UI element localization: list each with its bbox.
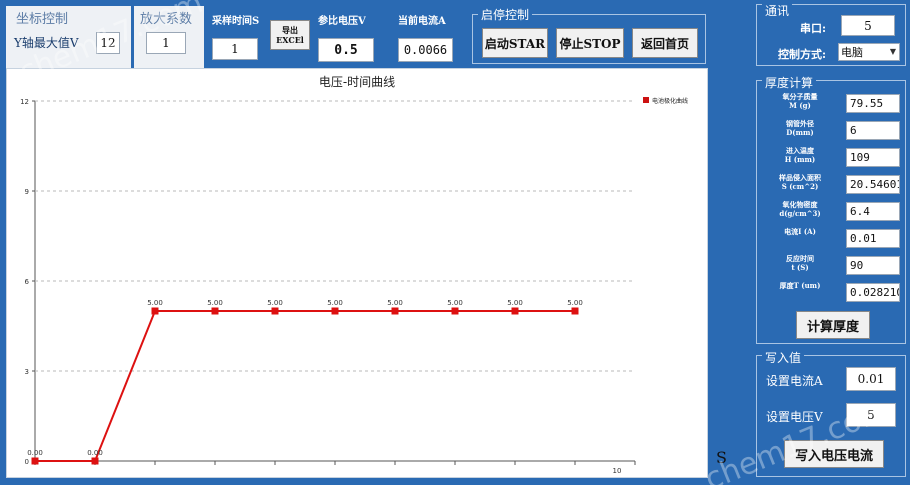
thickness-field-input[interactable]: 0.01 <box>846 229 900 248</box>
y-tick-label: 6 <box>25 278 30 286</box>
data-label: 5.00 <box>327 299 343 307</box>
thickness-field-input[interactable]: 20.54601 <box>846 175 900 194</box>
mode-value: 电脑 <box>841 46 863 59</box>
data-label: 0.00 <box>87 449 103 457</box>
thickness-label-line1: 电流I (A) <box>784 227 816 236</box>
thickness-label-line2: H (mm) <box>784 155 816 164</box>
export-excel-button[interactable]: 导出 EXCEl <box>270 20 310 50</box>
data-point <box>391 307 399 315</box>
thickness-title: 厚度计算 <box>762 74 817 91</box>
start-button[interactable]: 启动STAR <box>482 28 548 58</box>
data-point <box>91 457 99 465</box>
y-tick-label: 9 <box>25 188 29 196</box>
port-label: 串口: <box>800 22 827 35</box>
thickness-label-line1: 反应时间 <box>786 254 814 263</box>
data-point <box>511 307 519 315</box>
data-point <box>271 307 279 315</box>
y-tick-label: 3 <box>25 368 29 376</box>
data-label: 5.00 <box>147 299 163 307</box>
mode-select[interactable]: 电脑 ▼ <box>838 43 900 61</box>
thickness-field-label: 厚度T (um) <box>760 281 840 290</box>
legend-swatch <box>643 97 649 103</box>
current-display: 0.0066 <box>398 38 453 62</box>
thickness-field-input[interactable]: 0.028210 <box>846 283 900 302</box>
thickness-label-line1: 氧分子质量 <box>782 92 818 101</box>
data-label: 5.00 <box>507 299 523 307</box>
data-point <box>451 307 459 315</box>
y-tick-label: 0 <box>25 458 29 466</box>
thickness-field-label: 电流I (A) <box>760 227 840 236</box>
thickness-field-label: 氧化物密度 d(g/cm^3) <box>760 200 840 218</box>
chart-panel: 电压-时间曲线 电池极化曲线 0 3 6 9 12 10 0.00 0.00 5.00 5.00 5… <box>6 68 708 478</box>
stop-button[interactable]: 停止STOP <box>556 28 624 58</box>
thickness-field-input[interactable]: 6.4 <box>846 202 900 221</box>
thickness-label-line1: 厚度T (um) <box>779 281 821 290</box>
chevron-down-icon: ▼ <box>889 47 896 56</box>
ref-voltage-input[interactable]: 0.5 <box>318 38 374 62</box>
thickness-label-line1: 氧化物密度 <box>782 200 818 209</box>
calc-thickness-button[interactable]: 计算厚度 <box>796 311 870 339</box>
sampling-input[interactable]: 1 <box>212 38 258 60</box>
data-label: 5.00 <box>447 299 463 307</box>
data-point <box>151 307 159 315</box>
set-current-label: 设置电流A <box>766 374 823 388</box>
comm-title: 通讯 <box>762 2 793 19</box>
data-label: 0.00 <box>27 449 43 457</box>
set-current-input[interactable]: 0.01 <box>846 367 896 391</box>
start-stop-title: 启停控制 <box>478 6 533 23</box>
export-line1: 导出 <box>282 25 298 35</box>
data-point <box>571 307 579 315</box>
voltage-time-chart: 电压-时间曲线 电池极化曲线 0 3 6 9 12 10 0.00 0.00 5.00 5.00 5… <box>20 75 688 475</box>
thickness-field-input[interactable]: 79.55 <box>846 94 900 113</box>
data-label: 5.00 <box>207 299 223 307</box>
x-tick-label: 10 <box>613 467 622 475</box>
mode-label: 控制方式: <box>778 48 827 61</box>
chart-title: 电压-时间曲线 <box>319 75 395 89</box>
data-label: 5.00 <box>267 299 283 307</box>
thickness-field-label: 进入温度 H (mm) <box>760 146 840 164</box>
thickness-label-line2: t (S) <box>791 263 809 272</box>
thickness-label-line2: D(mm) <box>786 128 814 137</box>
legend-label: 电池极化曲线 <box>652 97 688 105</box>
thickness-field-input[interactable]: 109 <box>846 148 900 167</box>
thickness-field-label: 样品侵入面积 S (cm^2) <box>760 173 840 191</box>
write-title: 写入值 <box>762 349 805 366</box>
data-point <box>211 307 219 315</box>
ref-voltage-label: 参比电压V <box>318 16 366 27</box>
data-label: 5.00 <box>387 299 403 307</box>
thickness-field-input[interactable]: 6 <box>846 121 900 140</box>
current-label: 当前电流A <box>398 16 446 27</box>
thickness-field-input[interactable]: 90 <box>846 256 900 275</box>
thickness-label-line2: S (cm^2) <box>781 182 819 191</box>
sampling-label: 采样时间S <box>212 16 260 27</box>
thickness-label-line1: 进入温度 <box>786 146 814 155</box>
thickness-field-label: 氧分子质量 M (g) <box>760 92 840 110</box>
home-button[interactable]: 返回首页 <box>632 28 698 58</box>
series-line <box>35 310 575 462</box>
thickness-field-label: 钢管外径 D(mm) <box>760 119 840 137</box>
data-point <box>31 457 39 465</box>
port-input[interactable]: 5 <box>841 15 895 36</box>
data-point <box>331 307 339 315</box>
thickness-label-line2: d(g/cm^3) <box>779 209 821 218</box>
thickness-field-label: 反应时间 t (S) <box>760 254 840 272</box>
data-label: 5.00 <box>567 299 583 307</box>
app-window: 坐标控制 Y轴最大值V 12 放大系数 1 采样时间S 1 导出 EXCEl 参… <box>0 0 910 497</box>
thickness-label-line2: M (g) <box>789 101 811 110</box>
axis-control-title: 坐标控制 <box>16 12 69 27</box>
thickness-label-line1: 钢管外径 <box>786 119 814 128</box>
thickness-label-line1: 样品侵入面积 <box>779 173 821 182</box>
export-line2: EXCEl <box>276 35 304 45</box>
y-tick-label: 12 <box>20 98 29 106</box>
